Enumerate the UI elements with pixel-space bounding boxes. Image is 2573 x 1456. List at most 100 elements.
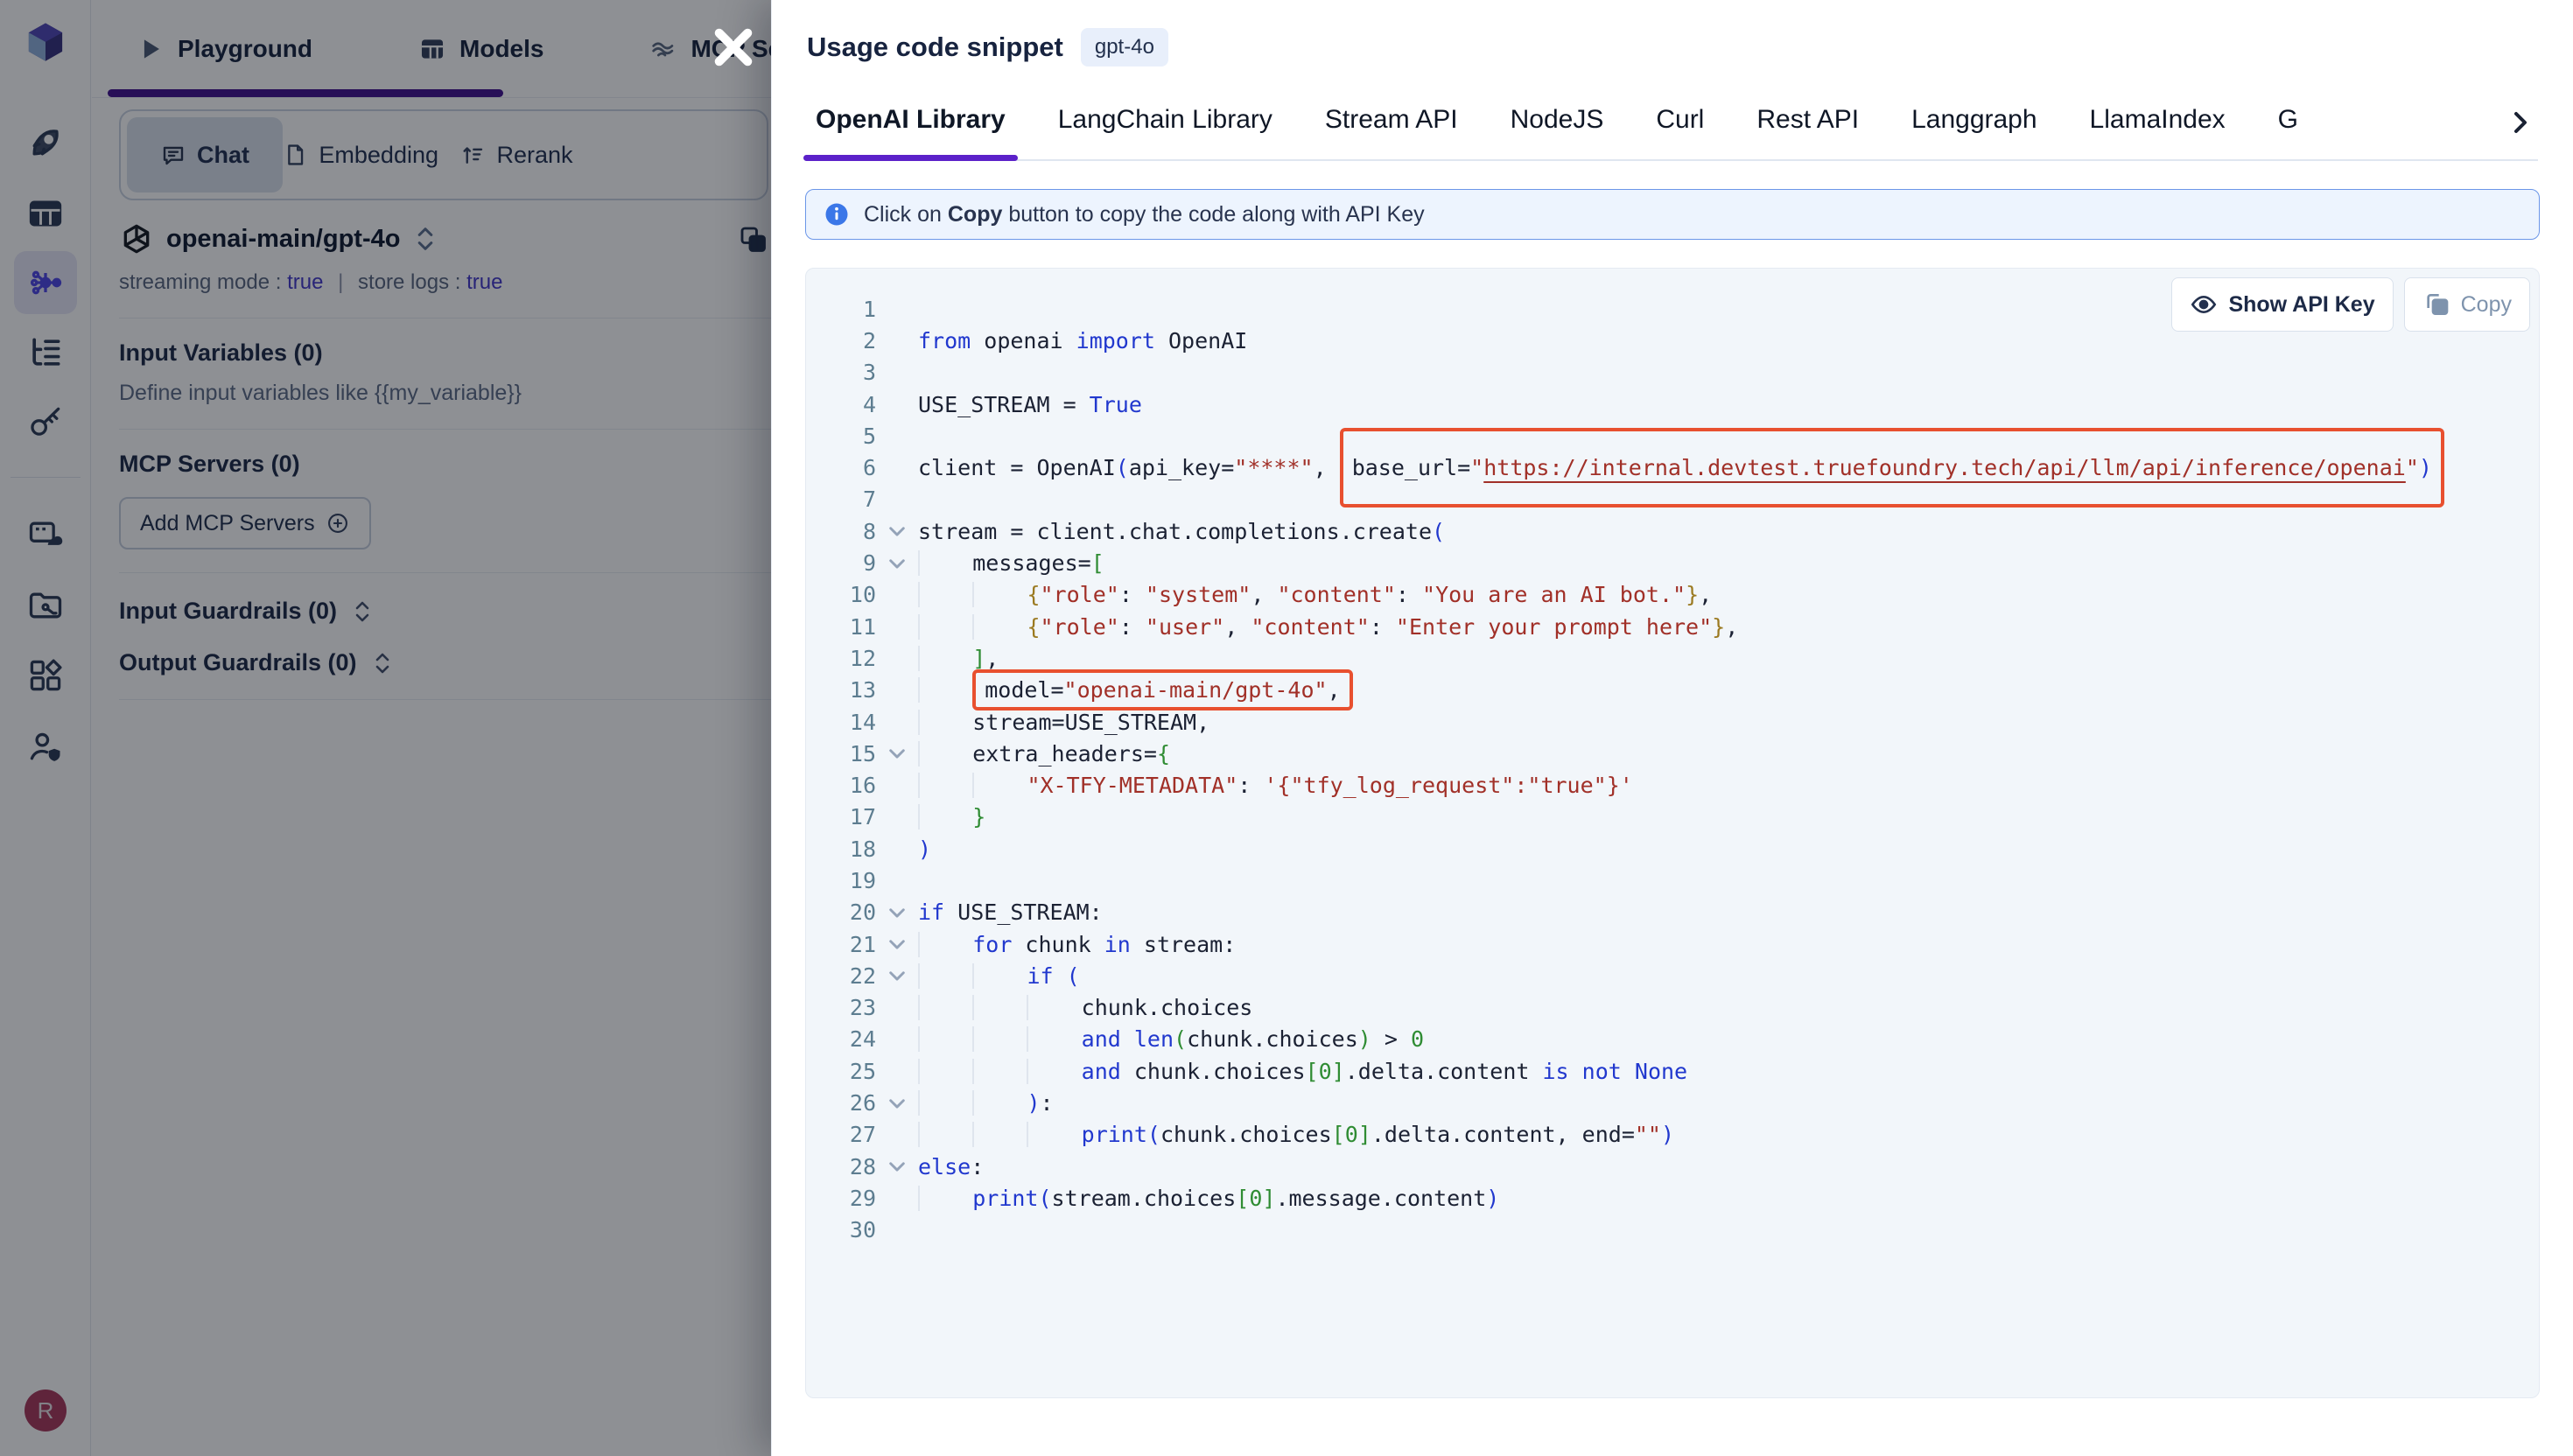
highlight-box: model="openai-main/gpt-4o", [972,669,1352,710]
code-line: 16 "X-TFY-METADATA": '{"tfy_log_request"… [825,769,2539,801]
code-line: 22 if ( [825,960,2539,991]
modal-header: Usage code snippet gpt-4o [772,0,2573,66]
usage-code-snippet-modal: Usage code snippet gpt-4o OpenAI Library… [771,0,2573,1456]
code-text: from openai import OpenAI [918,328,1247,354]
modal-title: Usage code snippet [807,32,1063,63]
code-line: 17 } [825,802,2539,833]
code-line: 11 {"role": "user", "content": "Enter yo… [825,611,2539,642]
line-number: 30 [825,1217,876,1242]
fold-chevron-icon[interactable] [876,964,918,987]
code-text: if USE_STREAM: [918,900,1103,925]
line-number: 16 [825,773,876,798]
code-line: 10 {"role": "system", "content": "You ar… [825,579,2539,611]
code-line: 15 extra_headers={ [825,738,2539,769]
code-line: 14 stream=USE_STREAM, [825,706,2539,738]
code-text: model="openai-main/gpt-4o", [918,677,1353,703]
line-number: 26 [825,1090,876,1116]
line-number: 13 [825,677,876,703]
code-text: } [918,804,985,830]
tab-stream-api[interactable]: Stream API [1316,93,1467,159]
tab-langchain-library[interactable]: LangChain Library [1049,93,1281,159]
code-snippet-container: Show API Key Copy 12 from openai import O… [805,268,2540,1398]
code-text: stream = client.chat.completions.create( [918,519,1445,544]
line-number: 9 [825,550,876,576]
code-text: else: [918,1154,984,1180]
line-number: 17 [825,804,876,830]
code-line: 28 else: [825,1151,2539,1182]
code-text: USE_STREAM = True [918,392,1142,417]
code-language-tabs: OpenAI Library LangChain Library Stream … [807,93,2538,161]
code-line: 8 stream = client.chat.completions.create… [825,515,2539,547]
code-text: {"role": "system", "content": "You are a… [918,582,1712,607]
code-line: 6client = OpenAI(api_key="****", base_ur… [825,452,2539,483]
code-text: messages=[ [918,550,1104,576]
fold-chevron-icon[interactable] [876,520,918,542]
line-number: 14 [825,710,876,735]
fold-chevron-icon[interactable] [876,933,918,956]
line-number: 28 [825,1154,876,1180]
code-line: 25 and chunk.choices[0].delta.content is… [825,1055,2539,1087]
code-text: {"role": "user", "content": "Enter your … [918,614,1738,640]
line-number: 15 [825,741,876,766]
banner-text: Click on Copy button to copy the code al… [864,202,1425,228]
fold-chevron-icon[interactable] [876,742,918,765]
model-badge: gpt-4o [1081,28,1168,66]
code-line: 18) [825,833,2539,864]
code-line: 9 messages=[ [825,547,2539,578]
code-line: 27 print(chunk.choices[0].delta.content,… [825,1119,2539,1151]
code-text: for chunk in stream: [918,932,1236,957]
code-text: chunk.choices [918,995,1252,1020]
code-line: 19 [825,864,2539,896]
line-number: 21 [825,932,876,957]
fold-chevron-icon[interactable] [876,552,918,575]
line-number: 10 [825,582,876,607]
code-text: ): [918,1090,1054,1116]
tabs-scroll-right-icon[interactable] [2503,105,2538,140]
line-number: 4 [825,392,876,417]
line-number: 11 [825,614,876,640]
line-number: 22 [825,963,876,989]
tab-openai-library[interactable]: OpenAI Library [807,93,1014,159]
tab-langgraph[interactable]: Langgraph [1903,93,2045,159]
code-text: and len(chunk.choices) > 0 [918,1026,1424,1052]
line-number: 27 [825,1122,876,1147]
code-line: 21 for chunk in stream: [825,928,2539,960]
code-line: 20if USE_STREAM: [825,897,2539,928]
code-text: extra_headers={ [918,741,1170,766]
line-number: 12 [825,646,876,671]
tab-llamaindex[interactable]: LlamaIndex [2081,93,2234,159]
code-lines: 12 from openai import OpenAI 3 4 USE_STREAM … [825,293,2539,1246]
line-number: 3 [825,360,876,385]
close-icon[interactable] [708,22,759,73]
line-number: 6 [825,455,876,480]
code-line: 3 [825,357,2539,388]
tab-rest-api[interactable]: Rest API [1748,93,1868,159]
code-line: 13 model="openai-main/gpt-4o", [825,675,2539,706]
code-text: and chunk.choices[0].delta.content is no… [918,1059,1687,1084]
copy-info-banner: Click on Copy button to copy the code al… [805,189,2540,240]
tab-curl[interactable]: Curl [1647,93,1713,159]
code-line: 4 USE_STREAM = True [825,388,2539,420]
line-number: 18 [825,836,876,862]
code-text: print(stream.choices[0].message.content) [918,1186,1499,1211]
tab-nodejs[interactable]: NodeJS [1502,93,1613,159]
line-number: 23 [825,995,876,1020]
fold-chevron-icon[interactable] [876,901,918,924]
line-number: 7 [825,486,876,512]
line-number: 25 [825,1059,876,1084]
code-line: 29 print(stream.choices[0].message.conte… [825,1182,2539,1214]
highlight-box: base_url="https://internal.devtest.truef… [1340,428,2444,508]
info-icon [824,201,850,228]
code-text: ) [918,836,931,862]
tab-truncated[interactable]: G [2269,93,2307,159]
code-line: 23 chunk.choices [825,992,2539,1024]
line-number: 24 [825,1026,876,1052]
fold-chevron-icon[interactable] [876,1092,918,1115]
copy-code-button[interactable]: Copy [2404,277,2530,332]
copy-icon [2422,290,2450,318]
code-text: "X-TFY-METADATA": '{"tfy_log_request":"t… [918,773,1633,798]
line-number: 8 [825,519,876,544]
show-api-key-button[interactable]: Show API Key [2171,277,2393,332]
app-root: R Playground Models MCP Servers [0,0,2573,1456]
fold-chevron-icon[interactable] [876,1155,918,1178]
